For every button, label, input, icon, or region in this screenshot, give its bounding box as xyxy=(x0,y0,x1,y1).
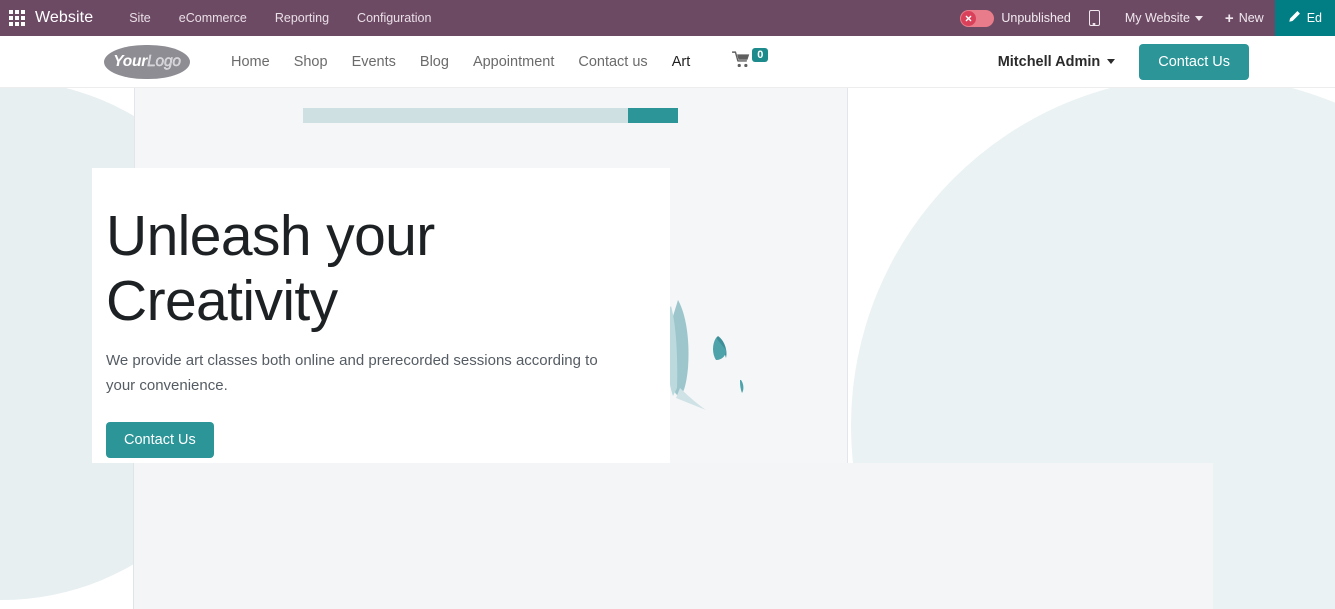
logo-text-light: Logo xyxy=(147,52,181,70)
new-button[interactable]: + New xyxy=(1214,0,1275,36)
decorative-lower-panel-divider xyxy=(133,463,134,609)
hero-text-card: Unleash your Creativity We provide art c… xyxy=(92,168,670,463)
mobile-phone-icon[interactable] xyxy=(1088,10,1100,26)
hero-contact-us-button[interactable]: Contact Us xyxy=(106,422,214,458)
chevron-down-icon xyxy=(1194,15,1203,21)
cart-button[interactable]: 0 xyxy=(732,47,769,73)
new-button-label: New xyxy=(1238,11,1264,25)
close-circle-icon xyxy=(961,10,977,26)
menu-item-reporting[interactable]: Reporting xyxy=(261,0,343,36)
header-contact-us-button[interactable]: Contact Us xyxy=(1139,43,1249,80)
site-nav: Home Shop Events Blog Appointment Contac… xyxy=(219,36,769,88)
edit-button-label: Ed xyxy=(1306,11,1322,25)
hero-title-line-1: Unleash your xyxy=(106,204,435,268)
menu-item-ecommerce[interactable]: eCommerce xyxy=(165,0,261,36)
odoo-systray: Website Site eCommerce Reporting Configu… xyxy=(0,0,1335,36)
nav-item-shop[interactable]: Shop xyxy=(282,36,340,88)
current-app-name[interactable]: Website xyxy=(35,9,93,27)
nav-item-art[interactable]: Art xyxy=(660,36,703,88)
hero-subtitle: We provide art classes both online and p… xyxy=(106,352,598,394)
pencil-icon xyxy=(1288,10,1301,26)
app-menu-bar: Site eCommerce Reporting Configuration xyxy=(115,0,445,36)
decorative-lower-panel xyxy=(133,463,1213,609)
systray-right: Unpublished My Website + New Ed xyxy=(950,0,1335,36)
hero-title-line-2: Creativity xyxy=(106,269,338,333)
hero-section: Unleash your Creativity We provide art c… xyxy=(0,88,1335,609)
hero-title: Unleash your Creativity xyxy=(92,168,670,334)
website-header: Your Logo Home Shop Events Blog Appointme… xyxy=(0,36,1335,88)
logo-text-bold: Your xyxy=(113,52,148,70)
site-logo[interactable]: Your Logo xyxy=(104,44,190,79)
plus-icon: + xyxy=(1224,9,1234,27)
nav-item-appointment[interactable]: Appointment xyxy=(461,36,566,88)
header-right: Mitchell Admin Contact Us xyxy=(998,43,1249,80)
publish-status-label: Unpublished xyxy=(1001,11,1071,25)
edit-button[interactable]: Ed xyxy=(1274,0,1335,36)
chevron-down-icon xyxy=(1107,59,1116,64)
user-menu-label: Mitchell Admin xyxy=(997,53,1101,70)
apps-grid-icon[interactable] xyxy=(9,10,25,26)
shopping-cart-icon xyxy=(732,50,751,73)
user-menu[interactable]: Mitchell Admin xyxy=(998,54,1116,70)
publish-toggle[interactable]: Unpublished xyxy=(950,0,1079,36)
website-selector[interactable]: My Website xyxy=(1114,0,1214,36)
nav-item-home[interactable]: Home xyxy=(219,36,282,88)
nav-item-blog[interactable]: Blog xyxy=(408,36,461,88)
website-selector-label: My Website xyxy=(1124,11,1190,25)
menu-item-configuration[interactable]: Configuration xyxy=(343,0,445,36)
publish-switch[interactable] xyxy=(960,9,995,27)
cart-count-badge: 0 xyxy=(752,47,769,62)
nav-item-contact-us[interactable]: Contact us xyxy=(566,36,659,88)
menu-item-site[interactable]: Site xyxy=(115,0,165,36)
nav-item-events[interactable]: Events xyxy=(340,36,408,88)
